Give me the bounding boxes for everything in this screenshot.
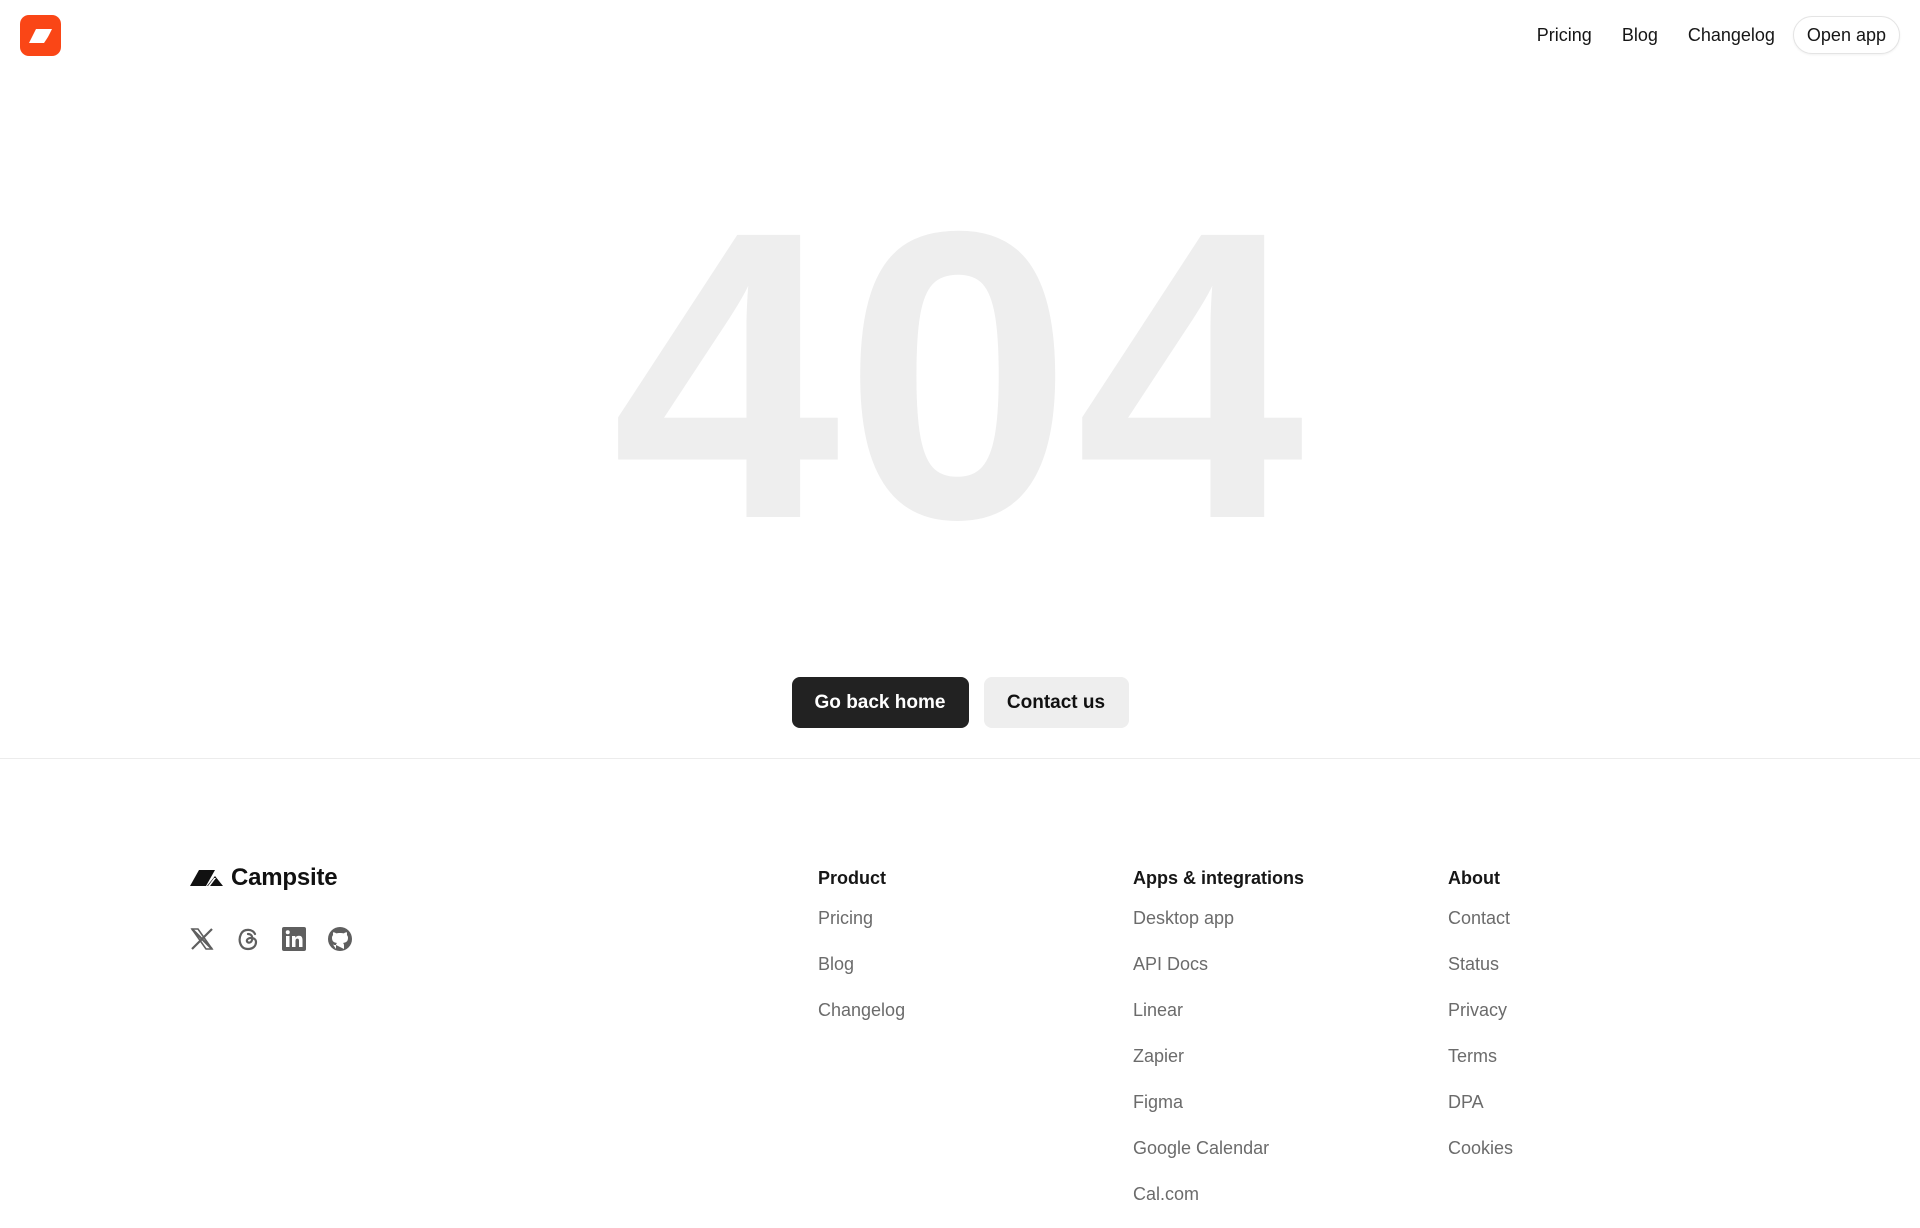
open-app-button[interactable]: Open app [1792,16,1900,54]
site-header: Pricing Blog Changelog Open app [0,0,1920,72]
error-code: 404 [611,146,1309,604]
campsite-logo-icon[interactable] [20,15,61,56]
footer-link-contact[interactable]: Contact [1448,906,1513,930]
footer-link-terms[interactable]: Terms [1448,1044,1513,1068]
footer-column-title: Product [818,868,887,888]
footer-link-desktop-app[interactable]: Desktop app [1133,906,1304,930]
nav-changelog-link[interactable]: Changelog [1688,16,1775,54]
x-icon[interactable] [188,925,216,953]
top-nav: Pricing Blog Changelog Open app [1507,16,1900,54]
footer-link-zapier[interactable]: Zapier [1133,1044,1304,1068]
footer-link-cookies[interactable]: Cookies [1448,1136,1513,1160]
footer-column-apps: Apps & integrations Desktop app API Docs… [1133,866,1304,1228]
social-links [188,925,354,953]
footer-brand[interactable]: Campsite [190,864,338,892]
footer-link-changelog[interactable]: Changelog [818,998,905,1022]
campsite-wordmark-icon [190,870,223,886]
footer-column-title: About [1448,868,1500,888]
footer-link-linear[interactable]: Linear [1133,998,1304,1022]
footer-link-figma[interactable]: Figma [1133,1090,1304,1114]
linkedin-icon[interactable] [280,925,308,953]
contact-us-button[interactable]: Contact us [983,677,1129,728]
threads-icon[interactable] [234,925,262,953]
error-actions: Go back home Contact us [0,677,1920,728]
github-icon[interactable] [326,925,354,953]
footer-column-product: Product Pricing Blog Changelog [818,866,905,1044]
footer-link-status[interactable]: Status [1448,952,1513,976]
footer-link-privacy[interactable]: Privacy [1448,998,1513,1022]
footer-divider [0,758,1920,759]
nav-blog-link[interactable]: Blog [1622,16,1658,54]
brand-name: Campsite [231,864,338,891]
footer-link-api-docs[interactable]: API Docs [1133,952,1304,976]
footer-link-dpa[interactable]: DPA [1448,1090,1513,1114]
nav-pricing-link[interactable]: Pricing [1537,16,1592,54]
footer-link-cal-com[interactable]: Cal.com [1133,1182,1304,1206]
footer-column-title: Apps & integrations [1133,868,1305,888]
footer-link-google-calendar[interactable]: Google Calendar [1133,1136,1304,1160]
footer-column-about: About Contact Status Privacy Terms DPA C… [1448,866,1513,1182]
footer-link-blog[interactable]: Blog [818,952,905,976]
go-back-home-button[interactable]: Go back home [791,677,969,728]
footer-link-pricing[interactable]: Pricing [818,906,905,930]
